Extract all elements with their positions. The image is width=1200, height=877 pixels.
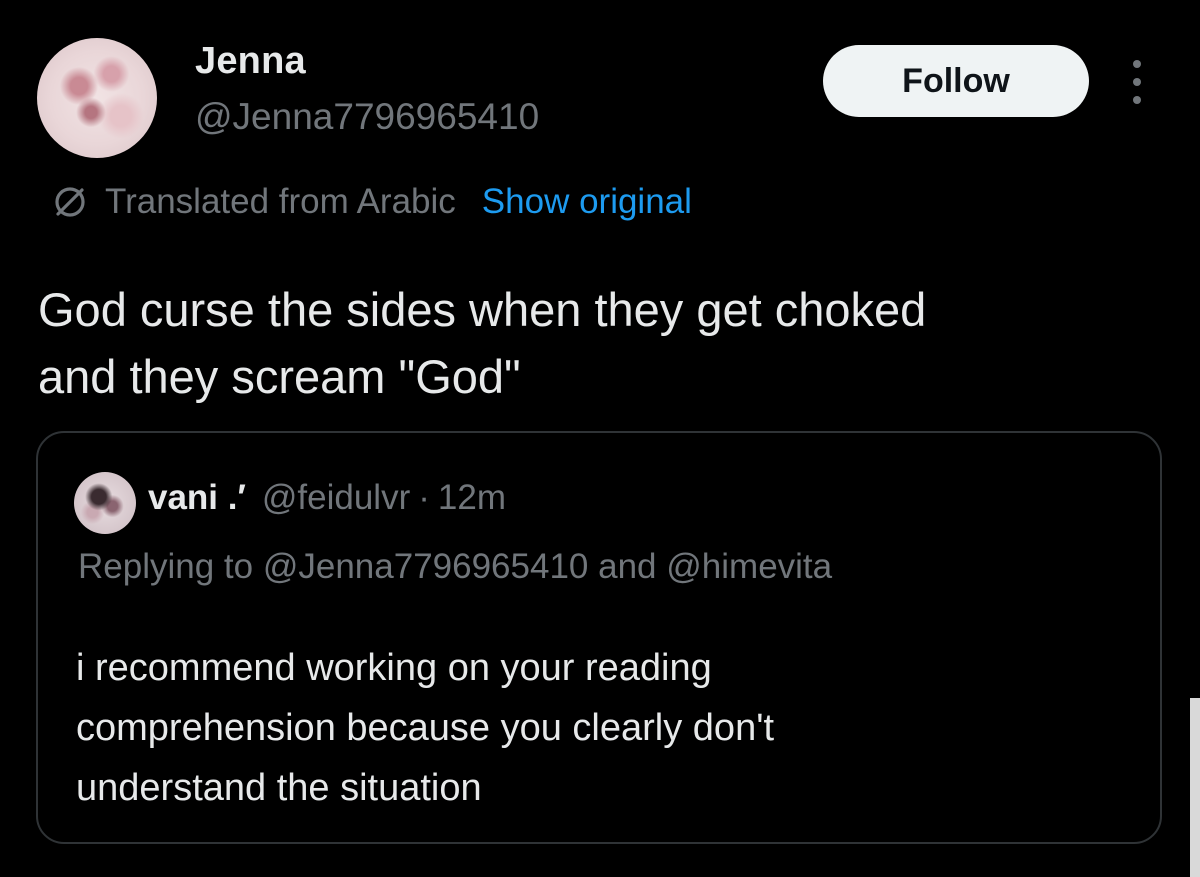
quoted-tweet-card[interactable]: vani .′ @feidulvr · 12m Replying to @Jen… xyxy=(36,431,1162,844)
more-options-icon xyxy=(1133,96,1141,104)
follow-button[interactable]: Follow xyxy=(823,45,1089,117)
translated-from-label: Translated from Arabic xyxy=(105,182,456,221)
translation-row: Translated from Arabic Show original xyxy=(50,182,692,222)
author-handle[interactable]: @Jenna7796965410 xyxy=(195,96,539,138)
replying-mention-2[interactable]: @himevita xyxy=(666,547,832,586)
author-avatar[interactable] xyxy=(37,38,157,158)
replying-to-line: Replying to @Jenna7796965410 and @himevi… xyxy=(78,547,832,587)
replying-prefix: Replying to xyxy=(78,547,254,586)
tweet: Jenna @Jenna7796965410 Follow Translated… xyxy=(0,0,1200,877)
more-options-icon xyxy=(1133,60,1141,68)
quoted-tweet-text: i recommend working on your reading comp… xyxy=(76,647,775,809)
translate-icon xyxy=(55,187,85,217)
more-options-button[interactable] xyxy=(1120,60,1154,104)
author-display-name[interactable]: Jenna xyxy=(195,40,306,83)
replying-mention-1[interactable]: @Jenna7796965410 xyxy=(263,547,589,586)
header-separator: · xyxy=(418,478,430,517)
tweet-text: God curse the sides when they get choked… xyxy=(38,283,927,403)
quoted-timestamp[interactable]: 12m xyxy=(438,478,506,518)
quoted-author-avatar[interactable] xyxy=(74,472,136,534)
quoted-author-name[interactable]: vani .′ xyxy=(148,478,246,518)
quoted-author-handle[interactable]: @feidulvr xyxy=(262,478,410,518)
more-options-icon xyxy=(1133,78,1141,86)
replying-and: and xyxy=(598,547,657,586)
scrollbar[interactable] xyxy=(1190,698,1200,877)
quoted-tweet-header: vani .′ @feidulvr · 12m xyxy=(148,478,506,518)
show-original-link[interactable]: Show original xyxy=(482,182,692,222)
